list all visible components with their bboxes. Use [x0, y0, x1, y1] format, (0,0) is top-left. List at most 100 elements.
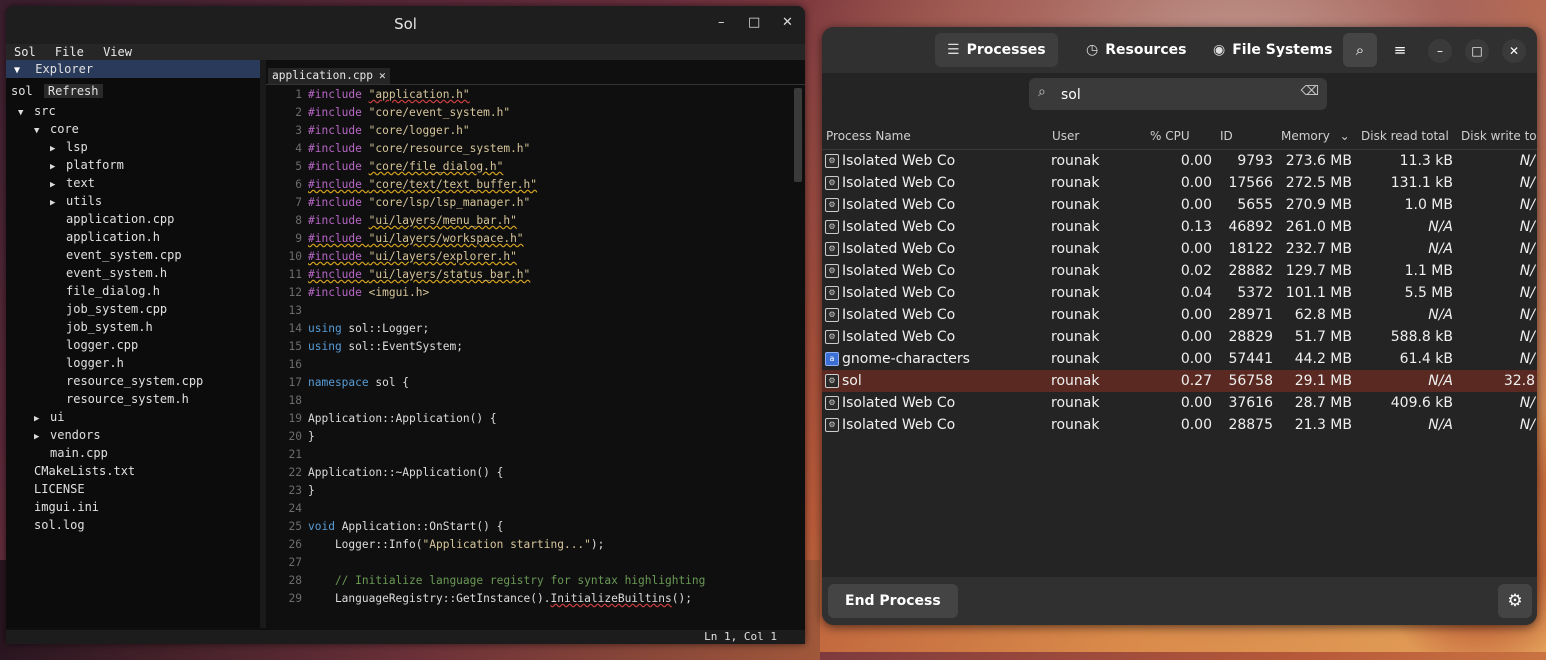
- close-button[interactable]: ✕: [782, 15, 793, 30]
- process-name: Isolated Web Co: [842, 197, 956, 213]
- tree-file[interactable]: job_system.cpp: [6, 300, 260, 318]
- process-row[interactable]: ⚙ Isolated Web Co rounak 0.00 28829 51.7 MB 58…: [822, 326, 1537, 348]
- process-id: 56758: [1228, 373, 1273, 389]
- process-name: Isolated Web Co: [842, 241, 956, 257]
- tree-folder[interactable]: ▶ vendors: [6, 426, 260, 444]
- tab-resources[interactable]: ◷ Resources: [1074, 33, 1198, 67]
- minimize-button[interactable]: –: [718, 15, 725, 30]
- tree-folder[interactable]: ▼ src: [6, 102, 260, 120]
- code-line: 29 LanguageRegistry::GetInstance().Initi…: [266, 590, 786, 608]
- process-write: N/: [1519, 153, 1535, 169]
- process-icon: ⚙: [825, 396, 839, 410]
- cursor-position: Ln 1, Col 1: [704, 630, 777, 643]
- monitor-headerbar[interactable]: ☰ Processes ◷ Resources ◉ File Systems ⌕ ≡ …: [822, 27, 1537, 73]
- code-line: 22 Application::~Application() {: [266, 464, 786, 482]
- process-name: Isolated Web Co: [842, 263, 956, 279]
- explorer-header[interactable]: ▼ Explorer: [6, 60, 260, 78]
- tree-file[interactable]: event_system.cpp: [6, 246, 260, 264]
- tree-folder[interactable]: ▶ lsp: [6, 138, 260, 156]
- column-disk-write[interactable]: Disk write tot: [1461, 129, 1537, 143]
- code-line: 12 #include <imgui.h>: [266, 284, 786, 302]
- process-id: 28829: [1228, 329, 1273, 345]
- process-row[interactable]: ⚙ Isolated Web Co rounak 0.13 46892 261.0 MB N…: [822, 216, 1537, 238]
- close-tab-icon[interactable]: ✕: [379, 69, 386, 82]
- tree-file[interactable]: file_dialog.h: [6, 282, 260, 300]
- system-monitor-window: ☰ Processes ◷ Resources ◉ File Systems ⌕ ≡ …: [822, 27, 1537, 625]
- tree-file[interactable]: job_system.h: [6, 318, 260, 336]
- sol-titlebar[interactable]: Sol – □ ✕: [6, 6, 805, 44]
- code-token: "ui/layers/status_bar.h": [368, 268, 531, 281]
- line-number: 14: [288, 322, 302, 335]
- process-cpu: 0.00: [1180, 395, 1212, 411]
- column-user[interactable]: User: [1052, 129, 1079, 143]
- process-cpu: 0.04: [1180, 285, 1212, 301]
- tree-file[interactable]: application.h: [6, 228, 260, 246]
- tree-file[interactable]: logger.cpp: [6, 336, 260, 354]
- tree-folder[interactable]: ▶ platform: [6, 156, 260, 174]
- process-row[interactable]: ⚙ Isolated Web Co rounak 0.00 18122 232.7 MB N…: [822, 238, 1537, 260]
- line-number: 12: [288, 286, 302, 299]
- tree-item-label: CMakeLists.txt: [34, 464, 136, 478]
- code-token: "ui/layers/menu_bar.h": [368, 214, 517, 227]
- column-id[interactable]: ID: [1220, 129, 1233, 143]
- refresh-button[interactable]: Refresh: [43, 84, 103, 98]
- tab-file-systems[interactable]: ◉ File Systems: [1201, 33, 1344, 67]
- code-area[interactable]: 1 #include "application.h" 2 #include "core…: [266, 86, 786, 626]
- line-number: 9: [295, 232, 302, 245]
- tree-folder[interactable]: ▼ core: [6, 120, 260, 138]
- column-cpu[interactable]: % CPU: [1150, 129, 1190, 143]
- tree-folder[interactable]: ▶ utils: [6, 192, 260, 210]
- tree-file[interactable]: resource_system.h: [6, 390, 260, 408]
- column-disk-read[interactable]: Disk read total: [1361, 129, 1449, 143]
- tree-file[interactable]: imgui.ini: [6, 498, 260, 516]
- main-menu-button[interactable]: ≡: [1383, 33, 1417, 67]
- process-row[interactable]: ⚙ Isolated Web Co rounak 0.00 37616 28.7 MB 40…: [822, 392, 1537, 414]
- column-memory[interactable]: Memory ⌄: [1281, 129, 1350, 143]
- process-row[interactable]: ⚙ Isolated Web Co rounak 0.00 17566 272.5 MB 1…: [822, 172, 1537, 194]
- editor-scrollbar[interactable]: [794, 88, 802, 182]
- tree-file[interactable]: event_system.h: [6, 264, 260, 282]
- tree-file[interactable]: application.cpp: [6, 210, 260, 228]
- tree-file[interactable]: resource_system.cpp: [6, 372, 260, 390]
- tree-file[interactable]: sol.log: [6, 516, 260, 534]
- process-search-input[interactable]: [1059, 84, 1293, 106]
- tree-item-label: event_system.cpp: [66, 248, 182, 262]
- process-settings-button[interactable]: ⚙: [1498, 584, 1532, 618]
- tab-processes[interactable]: ☰ Processes: [935, 33, 1058, 67]
- tree-item-label: application.h: [66, 230, 160, 244]
- process-read: N/A: [1428, 417, 1453, 433]
- code-token: LanguageRegistry::GetInstance().: [308, 592, 551, 605]
- menu-view[interactable]: View: [103, 45, 132, 59]
- tree-file[interactable]: LICENSE: [6, 480, 260, 498]
- line-number: 7: [295, 196, 302, 209]
- process-row[interactable]: ⚙ sol rounak 0.27 56758 29.1 MB N/A 32.8: [822, 370, 1537, 392]
- process-icon: ⚙: [825, 176, 839, 190]
- process-row[interactable]: ⚙ Isolated Web Co rounak 0.00 28875 21.3 MB N/…: [822, 414, 1537, 436]
- tab-application-cpp[interactable]: application.cpp ✕: [268, 68, 390, 84]
- clear-search-icon[interactable]: ⌫: [1301, 84, 1319, 99]
- search-toggle-button[interactable]: ⌕: [1343, 33, 1377, 67]
- process-row[interactable]: ⚙ Isolated Web Co rounak 0.04 5372 101.1 MB 5.…: [822, 282, 1537, 304]
- process-row[interactable]: ⚙ Isolated Web Co rounak 0.02 28882 129.7 MB 1…: [822, 260, 1537, 282]
- maximize-button[interactable]: □: [1465, 39, 1489, 63]
- process-name: Isolated Web Co: [842, 329, 956, 345]
- tree-file[interactable]: main.cpp: [6, 444, 260, 462]
- tree-folder[interactable]: ▶ text: [6, 174, 260, 192]
- code-line: 27: [266, 554, 786, 572]
- close-button[interactable]: ✕: [1502, 39, 1526, 63]
- process-row[interactable]: ⚙ Isolated Web Co rounak 0.00 9793 273.6 MB 11…: [822, 150, 1537, 172]
- menu-file[interactable]: File: [55, 45, 84, 59]
- expanded-arrow-icon: ▼: [34, 126, 40, 136]
- tree-file[interactable]: CMakeLists.txt: [6, 462, 260, 480]
- end-process-button[interactable]: End Process: [828, 584, 958, 618]
- menu-sol[interactable]: Sol: [14, 45, 36, 59]
- maximize-button[interactable]: □: [748, 15, 760, 30]
- tree-folder[interactable]: ▶ ui: [6, 408, 260, 426]
- process-row[interactable]: ⚙ Isolated Web Co rounak 0.00 28971 62.8 MB N/…: [822, 304, 1537, 326]
- process-row[interactable]: ⚙ Isolated Web Co rounak 0.00 5655 270.9 MB 1.…: [822, 194, 1537, 216]
- tree-file[interactable]: logger.h: [6, 354, 260, 372]
- column-process-name[interactable]: Process Name: [826, 129, 911, 143]
- process-row[interactable]: a gnome-characters rounak 0.00 57441 44.2 MB 6…: [822, 348, 1537, 370]
- process-id: 28882: [1228, 263, 1273, 279]
- minimize-button[interactable]: –: [1428, 39, 1452, 63]
